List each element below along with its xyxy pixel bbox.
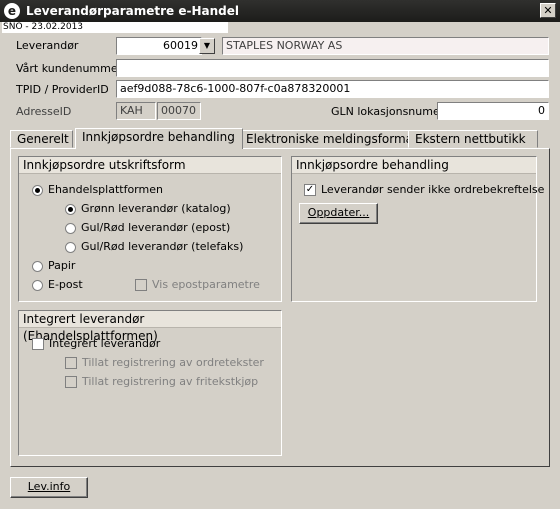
supplier-label: Leverandør [16, 39, 79, 52]
sno-date-label: SNO - 23.02.2013 [2, 22, 228, 33]
radio-green-supplier[interactable]: Grønn leverandør (katalog) [65, 202, 231, 216]
print-form-group: Innkjøpsordre utskriftsform Ehandelsplat… [18, 156, 282, 302]
checkbox-icon [65, 357, 77, 369]
radio-email[interactable]: E-post [32, 278, 83, 292]
tab-elektroniske-meldingsformat[interactable]: Elektroniske meldingsformat [239, 130, 418, 148]
radio-selected-icon [32, 184, 43, 196]
tab-strip: Generelt Innkjøpsordre behandling Elektr… [10, 128, 550, 149]
group-title: Innkjøpsordre behandling [292, 157, 536, 174]
close-button[interactable]: ✕ [540, 3, 556, 18]
gln-field[interactable]: 0 [437, 102, 549, 120]
supplier-number-field[interactable]: 60019 [116, 37, 202, 55]
customer-number-field[interactable] [116, 59, 549, 77]
radio-yellow-email[interactable]: Gul/Rød leverandør (epost) [65, 221, 230, 235]
window-title: Leverandørparametre e-Handel [26, 4, 240, 18]
radio-yellow-fax[interactable]: Gul/Rød leverandør (telefaks) [65, 240, 243, 254]
address-id-label: AdresseID [16, 105, 72, 118]
customer-number-label: Vårt kundenummer [16, 62, 123, 75]
checkbox-show-email-params[interactable]: Vis epostparametre [135, 278, 260, 292]
checkbox-icon [32, 338, 44, 350]
radio-icon [65, 222, 76, 234]
gln-label: GLN lokasjonsnumer [331, 105, 445, 118]
radio-icon [65, 241, 76, 253]
checkbox-allow-free-text[interactable]: Tillat registrering av fritekstkjøp [65, 375, 258, 389]
checkbox-no-order-confirmation[interactable]: ✓ Leverandør sender ikke ordrebekreftelse [304, 183, 544, 197]
tpid-label: TPID / ProviderID [16, 83, 109, 96]
supplier-name-field: STAPLES NORWAY AS [222, 37, 549, 55]
group-title: Innkjøpsordre utskriftsform [19, 157, 281, 174]
tpid-field[interactable]: aef9d088-78c6-1000-807f-c0a878320001 [116, 80, 549, 98]
address-code-field: KAH [116, 102, 156, 120]
integrated-supplier-group: Integrert leverandør (Ehandelsplattforme… [18, 310, 282, 456]
checkmark-icon: ✓ [304, 184, 316, 196]
radio-icon [32, 279, 43, 291]
radio-icon [32, 260, 43, 272]
update-button[interactable]: Oppdater... [299, 203, 378, 224]
tab-generelt[interactable]: Generelt [10, 130, 73, 148]
checkbox-allow-order-texts[interactable]: Tillat registrering av ordretekster [65, 356, 264, 370]
tab-panel: Innkjøpsordre utskriftsform Ehandelsplat… [10, 148, 550, 467]
processing-group: Innkjøpsordre behandling ✓ Leverandør sen… [291, 156, 544, 302]
radio-ehandel[interactable]: Ehandelsplattformen [32, 183, 163, 197]
checkbox-integrated-supplier[interactable]: Integrert leverandør [32, 337, 160, 351]
address-number-field: 00070 [157, 102, 201, 120]
tab-innkjopsordre-behandling[interactable]: Innkjøpsordre behandling [75, 128, 243, 149]
radio-selected-icon [65, 203, 76, 215]
tab-ekstern-nettbutikk[interactable]: Ekstern nettbutikk [408, 130, 538, 148]
app-icon: e [4, 3, 20, 19]
checkbox-icon [135, 279, 147, 291]
lev-info-button[interactable]: Lev.info [10, 477, 88, 498]
radio-paper[interactable]: Papir [32, 259, 75, 273]
checkbox-icon [65, 376, 77, 388]
chevron-down-icon[interactable]: ▼ [199, 38, 215, 54]
group-title: Integrert leverandør (Ehandelsplattforme… [19, 311, 281, 343]
window-titlebar: e Leverandørparametre e-Handel ✕ [0, 0, 560, 22]
